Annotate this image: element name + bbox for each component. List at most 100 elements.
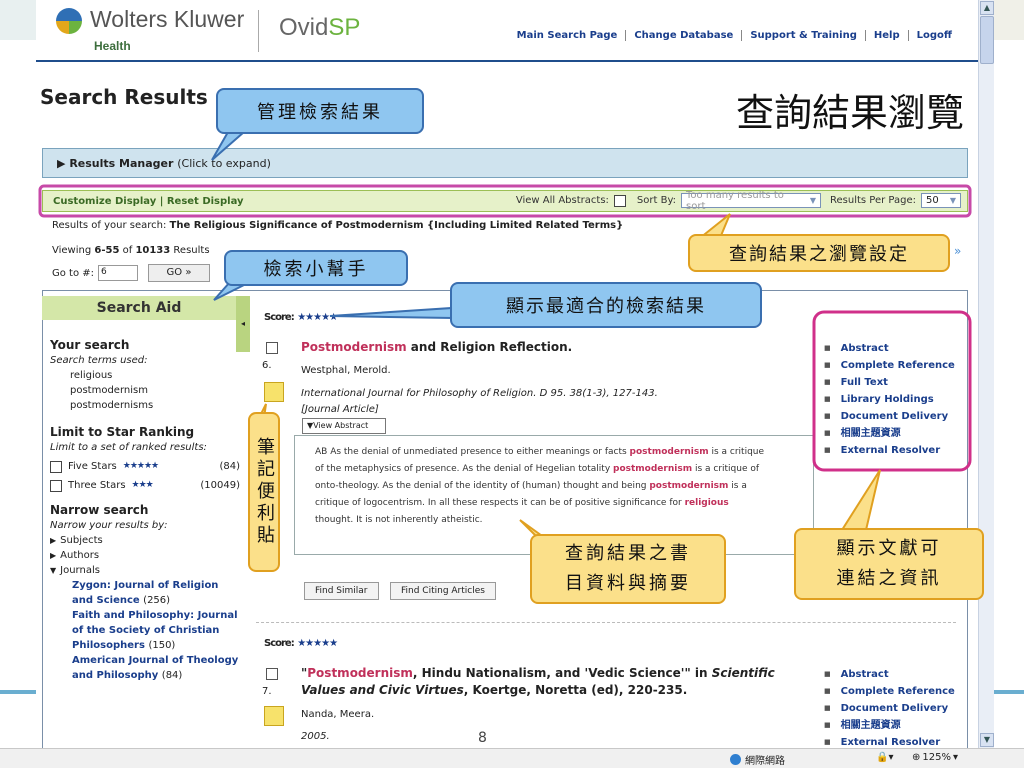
desktop-left-decoration [0, 0, 36, 40]
viewing-suffix: Results [173, 245, 210, 256]
search-query-prefix: Results of your search: [52, 220, 167, 231]
view-abstract-toggle[interactable]: ▼View Abstract [302, 418, 386, 434]
facet-label: Journals [60, 565, 100, 576]
action-library-holdings[interactable]: Library Holdings [824, 391, 955, 408]
results-manager-label: Results Manager [69, 157, 174, 170]
sort-by-value: Too many results to sort [686, 189, 784, 212]
caret-right-icon: ▶ [50, 536, 57, 545]
brand-sub: Health [94, 39, 131, 53]
journal-count: (256) [143, 595, 171, 606]
browser-status-bar: 網際網路 🔒▾ ⊕ 125% ▾ [0, 748, 1024, 768]
view-all-abstracts-checkbox[interactable] [613, 194, 626, 207]
vertical-scrollbar[interactable]: ▲ ▼ [978, 0, 994, 748]
action-document-delivery[interactable]: Document Delivery [824, 408, 955, 425]
sticky-note-icon[interactable] [264, 382, 284, 402]
sort-by-select[interactable]: Too many results to sort ▼ [681, 190, 822, 212]
facet-authors[interactable]: ▶ Authors [50, 548, 240, 563]
action-abstract[interactable]: Abstract [824, 340, 955, 357]
journal-link[interactable]: Zygon: Journal of Religion and Science (… [50, 578, 240, 608]
nav-support-training[interactable]: Support & Training [741, 30, 865, 41]
result-title-link[interactable]: "Postmodernism, Hindu Nationalism, and '… [301, 665, 801, 699]
zoom-control[interactable]: ⊕ 125% ▾ [912, 752, 958, 763]
goto-input[interactable]: 6 [98, 265, 139, 281]
top-navigation: Main Search Page Change Database Support… [509, 30, 960, 41]
result-score: Score: ★★★★★ [264, 638, 338, 649]
slide-title: 查詢結果瀏覽 [735, 91, 964, 135]
action-complete-reference[interactable]: Complete Reference [824, 357, 955, 374]
callout-bibliographic: 查詢結果之書 目資料與摘要 [530, 534, 726, 604]
find-similar-button[interactable]: Find Similar [304, 582, 379, 600]
narrow-search-heading: Narrow search [50, 503, 149, 517]
reset-display-link[interactable]: Reset Display [167, 196, 244, 207]
result-actions: Abstract Complete Reference Document Del… [824, 666, 955, 748]
customize-display-link[interactable]: Customize Display [53, 196, 156, 207]
callout-bibliographic-line-1: 查詢結果之書 [565, 543, 691, 564]
action-external-resolver[interactable]: External Resolver [824, 442, 955, 459]
five-stars-filter[interactable]: Five Stars ★★★★★ (84) [50, 459, 240, 474]
nav-logoff[interactable]: Logoff [907, 30, 960, 41]
callout-best-results: 顯示最適合的檢索結果 [450, 282, 762, 328]
three-stars-checkbox[interactable] [50, 479, 62, 492]
facet-subjects[interactable]: ▶ Subjects [50, 533, 240, 548]
star-rating-icon: ★★★★★ [297, 638, 338, 649]
result-select-checkbox[interactable] [266, 668, 278, 680]
result-select-checkbox[interactable] [266, 342, 278, 354]
scroll-up-icon[interactable]: ▲ [980, 1, 994, 15]
action-related-resources[interactable]: 相關主題資源 [824, 717, 955, 734]
display-links: Customize Display | Reset Display [53, 196, 244, 207]
expand-arrow-icon: ▶ [57, 157, 66, 170]
star-rating-icon: ★★★★★ [122, 461, 159, 471]
viewing-prefix: Viewing [52, 245, 92, 256]
five-stars-checkbox[interactable] [50, 460, 62, 473]
title-highlight: Postmodernism [301, 340, 407, 354]
nav-help[interactable]: Help [864, 30, 908, 41]
abstract-text: is a critique of [692, 464, 760, 474]
title-highlight: Postmodernism [307, 666, 413, 680]
limit-star-sub: Limit to a set of ranked results: [50, 442, 207, 453]
callout-sticky-note: 筆記便利貼 [248, 412, 280, 572]
title-rest: and Religion Reflection. [406, 340, 573, 354]
sticky-note-icon[interactable] [264, 706, 284, 726]
result-number: 6. [262, 360, 272, 371]
chevron-down-icon: ▾ [952, 752, 959, 763]
scroll-thumb[interactable] [980, 16, 994, 64]
goto-record: Go to #: 6 GO » [52, 264, 211, 282]
nav-main-search-page[interactable]: Main Search Page [509, 30, 626, 41]
action-external-resolver[interactable]: External Resolver [824, 734, 955, 748]
ovidsp-logo[interactable]: OvidSP [279, 14, 360, 42]
action-related-resources[interactable]: 相關主題資源 [824, 425, 955, 442]
facet-journals[interactable]: ▼ Journals [50, 563, 240, 578]
five-stars-count: (84) [219, 461, 240, 472]
results-manager-bar[interactable]: ▶ Results Manager (Click to expand) [42, 148, 968, 178]
three-stars-filter[interactable]: Three Stars ★★★ (10049) [50, 478, 240, 493]
action-abstract[interactable]: Abstract [824, 666, 955, 683]
scroll-down-icon[interactable]: ▼ [980, 733, 994, 747]
goto-button[interactable]: GO » [148, 264, 211, 282]
security-icon[interactable]: 🔒▾ [876, 752, 893, 763]
browser-page: Wolters Kluwer Health OvidSP Main Search… [36, 0, 978, 748]
header-rule [36, 60, 978, 62]
find-citing-articles-button[interactable]: Find Citing Articles [390, 582, 496, 600]
viewing-count: Viewing 6-55 of 10133 Results [52, 245, 210, 256]
journal-link[interactable]: Faith and Philosophy: Journal of the Soc… [50, 608, 240, 653]
narrow-search-sub: Narrow your results by: [50, 520, 168, 531]
globe-icon [730, 754, 741, 765]
desktop-left-bar [0, 690, 36, 694]
status-zone-text: 網際網路 [745, 756, 785, 767]
limit-star-heading: Limit to Star Ranking [50, 425, 195, 439]
wolters-kluwer-logo-icon[interactable] [56, 8, 82, 34]
abstract-line: of the metaphysics of presence. As the d… [315, 461, 793, 478]
action-full-text[interactable]: Full Text [824, 374, 955, 391]
results-manager-toggle[interactable]: ▶ Results Manager (Click to expand) [57, 157, 271, 170]
results-per-page-select[interactable]: 50 ▼ [921, 193, 961, 208]
action-document-delivery[interactable]: Document Delivery [824, 700, 955, 717]
result-title-link[interactable]: Postmodernism and Religion Reflection. [301, 340, 572, 354]
result-number: 7. [262, 686, 272, 697]
action-complete-reference[interactable]: Complete Reference [824, 683, 955, 700]
score-label: Score: [264, 312, 295, 323]
journal-link[interactable]: American Journal of Theology and Philoso… [50, 653, 240, 683]
display-links-separator: | [159, 196, 164, 207]
abstract-line: onto-theology. As the denial of the iden… [315, 478, 793, 495]
next-page-arrow-icon[interactable]: » [954, 244, 961, 258]
nav-change-database[interactable]: Change Database [625, 30, 741, 41]
